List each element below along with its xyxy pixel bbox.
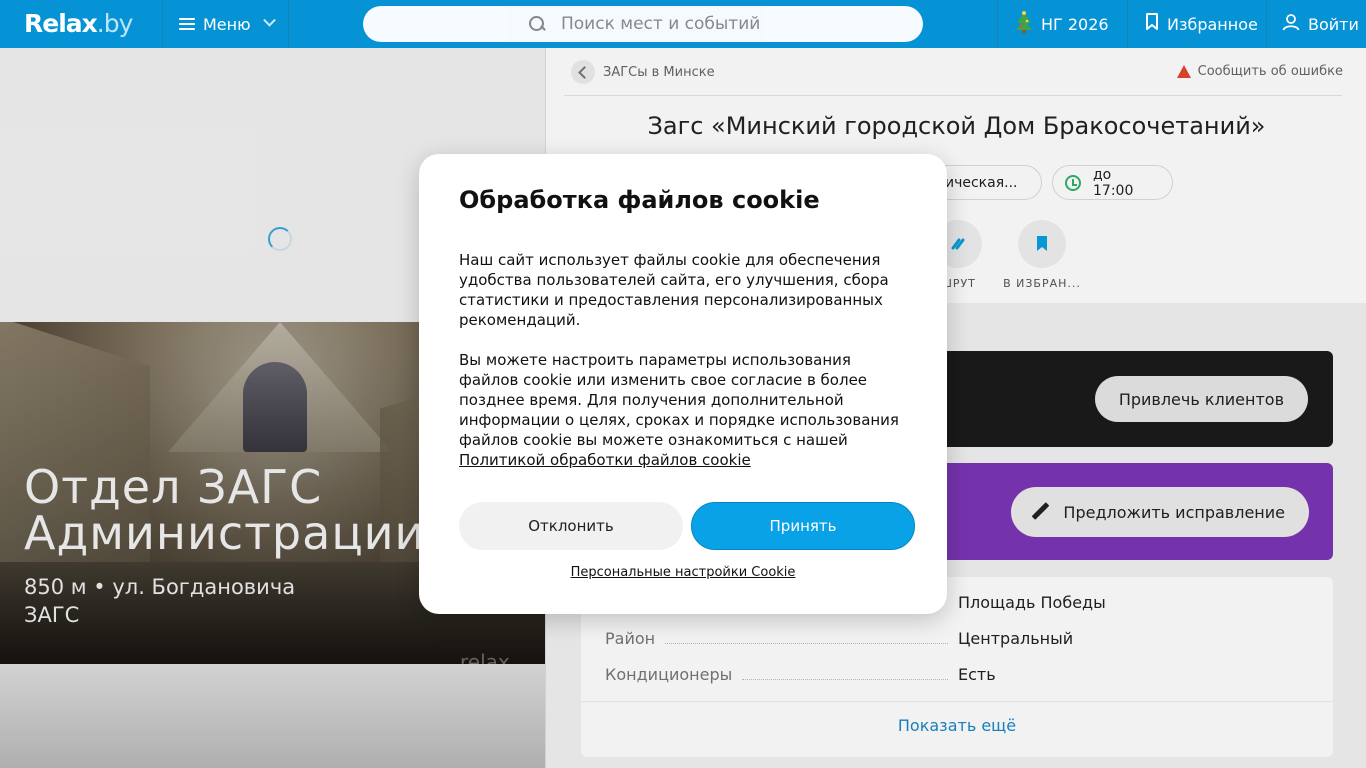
- menu-button[interactable]: Меню: [162, 0, 289, 48]
- menu-label: Меню: [203, 14, 251, 34]
- bookmark-icon: [1145, 13, 1159, 35]
- favorites-link[interactable]: Избранное: [1127, 0, 1266, 48]
- decline-button[interactable]: Отклонить: [459, 502, 683, 550]
- new-year-link[interactable]: НГ 2026: [997, 0, 1127, 48]
- site-logo[interactable]: Relax.by: [24, 9, 133, 39]
- search-input[interactable]: [561, 14, 861, 34]
- cookie-settings-link[interactable]: Персональные настройки Cookie: [419, 565, 947, 580]
- top-header: Relax.by Меню НГ 2026 Избранное Войти: [0, 0, 1366, 48]
- cookie-dialog-title: Обработка файлов cookie: [459, 186, 820, 214]
- chevron-down-icon: [262, 13, 276, 27]
- new-year-label: НГ 2026: [1041, 14, 1109, 34]
- user-icon: [1282, 13, 1300, 35]
- burger-icon: [179, 17, 195, 31]
- favorites-label: Избранное: [1167, 14, 1258, 34]
- search-bar[interactable]: [363, 6, 923, 42]
- cookie-policy-link[interactable]: Политикой обработки файлов cookie: [459, 451, 751, 469]
- accept-button[interactable]: Принять: [691, 502, 915, 550]
- login-label: Войти: [1308, 14, 1359, 34]
- search-icon: [529, 16, 545, 32]
- christmas-tree-icon: [1015, 11, 1033, 37]
- cookie-dialog: Обработка файлов cookie Наш сайт использ…: [419, 154, 947, 614]
- cookie-dialog-text: Наш сайт использует файлы cookie для обе…: [459, 251, 899, 469]
- login-link[interactable]: Войти: [1266, 0, 1366, 48]
